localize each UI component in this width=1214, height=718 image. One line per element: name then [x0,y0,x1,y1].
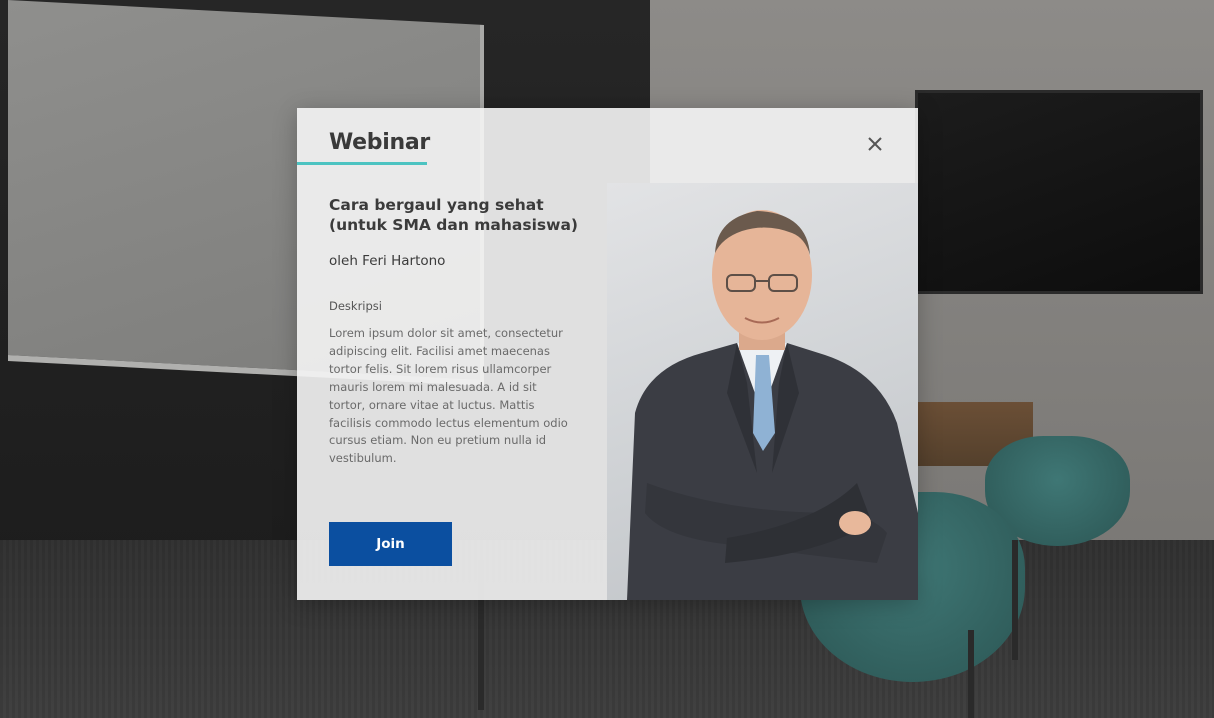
speaker-photo [607,183,918,600]
speaker-portrait-icon [627,210,918,600]
modal-header: Webinar [297,108,918,168]
background-tv [915,90,1203,294]
description-label: Deskripsi [329,299,382,313]
webinar-details: Cara bergaul yang sehat (untuk SMA dan m… [329,195,579,468]
close-icon [868,137,882,151]
join-button[interactable]: Join [329,522,452,566]
title-underline [297,162,427,165]
webinar-modal: Webinar Cara bergaul yang sehat (untuk S… [297,108,918,600]
event-title: Cara bergaul yang sehat (untuk SMA dan m… [329,196,578,234]
close-button[interactable] [861,130,889,158]
meeting-room-background: Webinar Cara bergaul yang sehat (untuk S… [0,0,1214,718]
description-text: Lorem ipsum dolor sit amet, consectetur … [329,326,568,466]
speaker-name: oleh Feri Hartono [329,253,446,269]
modal-title: Webinar [329,130,430,155]
